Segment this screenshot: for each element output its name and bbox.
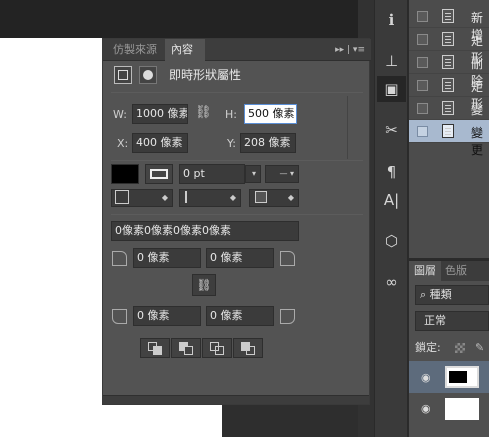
history-item[interactable]: 新增 — [409, 5, 489, 42]
corner-bottom-left-field[interactable]: 0 像素 — [133, 306, 201, 326]
stroke-width-dropdown[interactable]: ▾ — [245, 165, 261, 183]
tab-channels[interactable]: 色版 — [445, 261, 467, 281]
history-checkbox[interactable] — [417, 103, 428, 114]
panel-title: 即時形狀屬性 — [169, 68, 242, 82]
document-icon — [442, 78, 454, 92]
divider-vertical — [347, 96, 348, 159]
tab-layers[interactable]: 圖層 — [409, 261, 441, 281]
document-icon — [442, 55, 454, 69]
shape-properties-icon — [114, 66, 132, 84]
history-panel: 新增 矩形 刪除 矩形 變更 變更 — [409, 0, 489, 258]
canvas-top-area — [0, 0, 358, 38]
link-dimensions-icon[interactable]: ⛓ — [195, 106, 213, 120]
history-item[interactable]: 矩形 — [409, 28, 489, 65]
blend-mode-dropdown[interactable]: 正常 — [415, 311, 489, 331]
tool-presets-icon[interactable]: ✂ — [377, 117, 406, 143]
properties-panel: 仿製來源 內容 ▸▸ | ▾≡ 即時形狀屬性 W: 1000 像素 ⛓ H: 5… — [102, 38, 371, 405]
search-icon: ⌕ — [420, 288, 427, 301]
combine-shapes-icon[interactable] — [140, 338, 170, 358]
history-checkbox[interactable] — [417, 11, 428, 22]
lock-pixels-icon[interactable]: ✎ — [475, 341, 484, 354]
info-icon[interactable]: ℹ — [377, 7, 406, 33]
stroke-caps-icon — [185, 191, 195, 203]
layer-row-shape[interactable]: ◉ — [409, 361, 489, 393]
document-icon — [442, 9, 454, 23]
panel-tab-bar: 仿製來源 內容 ▸▸ | ▾≡ — [103, 39, 371, 62]
panel-footer — [103, 395, 369, 404]
tab-clone-source[interactable]: 仿製來源 — [107, 39, 163, 61]
link-corners-icon[interactable]: ⛓ — [192, 274, 216, 296]
stroke-type-dropdown[interactable]: — ▾ — [265, 165, 299, 183]
layers-panel: 圖層 色版 ⌕ 種類 正常 鎖定: ✎ ◉ ◉ — [409, 260, 489, 437]
corner-top-right-icon — [280, 251, 295, 266]
history-checkbox[interactable] — [417, 126, 428, 137]
divider — [111, 160, 363, 161]
corner-top-left-icon — [112, 251, 127, 266]
history-item-label: 變更 — [471, 126, 484, 157]
corner-radii-field[interactable]: 0像素0像素0像素0像素 — [111, 221, 299, 241]
layers-tab-bar: 圖層 色版 — [409, 261, 489, 281]
height-field[interactable]: 500 像素 — [244, 104, 297, 124]
layer-filter-label: 種類 — [429, 288, 452, 301]
height-label: H: — [225, 108, 237, 121]
exclude-shapes-icon[interactable] — [233, 338, 263, 358]
corner-bottom-left-icon — [112, 309, 127, 324]
character-icon[interactable]: A| — [377, 187, 406, 213]
tab-properties[interactable]: 內容 — [165, 39, 205, 62]
width-field[interactable]: 1000 像素 — [132, 104, 188, 124]
y-field[interactable]: 208 像素 — [240, 133, 296, 153]
lock-transparency-icon[interactable] — [455, 343, 465, 353]
history-item[interactable]: 刪除 — [409, 51, 489, 88]
stroke-corners-icon — [255, 191, 267, 203]
fill-color-swatch[interactable] — [111, 164, 139, 184]
document-icon — [442, 124, 454, 138]
lock-label: 鎖定: — [415, 341, 441, 354]
panel-icon-dock: ℹ ⊥ ▣ ✂ ¶ A| ⬡ ∞ — [374, 0, 408, 437]
corner-bottom-right-field[interactable]: 0 像素 — [206, 306, 274, 326]
divider — [111, 92, 363, 93]
x-field[interactable]: 400 像素 — [132, 133, 188, 153]
paragraph-icon[interactable]: ¶ — [377, 159, 406, 185]
history-checkbox[interactable] — [417, 80, 428, 91]
stroke-color-swatch[interactable] — [145, 164, 173, 184]
stroke-align-icon — [115, 190, 129, 204]
document-icon — [442, 32, 454, 46]
divider — [111, 214, 363, 215]
history-item[interactable]: 矩形 — [409, 74, 489, 111]
history-checkbox[interactable] — [417, 34, 428, 45]
layer-thumbnail — [445, 398, 479, 420]
mask-properties-icon[interactable] — [139, 66, 157, 84]
panel-menu-button[interactable]: ▸▸ | ▾≡ — [335, 39, 365, 61]
history-item[interactable]: 變更 — [409, 97, 489, 134]
x-label: X: — [117, 137, 129, 150]
libraries-icon[interactable]: ∞ — [377, 269, 406, 295]
history-item-selected[interactable]: 變更 — [409, 120, 489, 157]
subtract-shapes-icon[interactable] — [171, 338, 201, 358]
history-checkbox[interactable] — [417, 57, 428, 68]
layer-filter-dropdown[interactable]: ⌕ 種類 — [415, 285, 489, 305]
document-icon — [442, 101, 454, 115]
visibility-eye-icon[interactable]: ◉ — [421, 402, 431, 415]
corner-top-right-field[interactable]: 0 像素 — [206, 248, 274, 268]
layer-thumbnail — [445, 366, 479, 388]
corner-bottom-right-icon — [280, 309, 295, 324]
visibility-eye-icon[interactable]: ◉ — [421, 371, 431, 384]
layer-row-background[interactable]: ◉ — [409, 394, 489, 424]
y-label: Y: — [227, 137, 236, 150]
clone-source-icon[interactable]: ⊥ — [377, 48, 406, 74]
properties-icon[interactable]: ▣ — [377, 76, 406, 102]
intersect-shapes-icon[interactable] — [202, 338, 232, 358]
stroke-width-field[interactable]: 0 pt — [179, 164, 245, 184]
corner-top-left-field[interactable]: 0 像素 — [133, 248, 201, 268]
3d-icon[interactable]: ⬡ — [377, 228, 406, 254]
width-label: W: — [113, 108, 127, 121]
